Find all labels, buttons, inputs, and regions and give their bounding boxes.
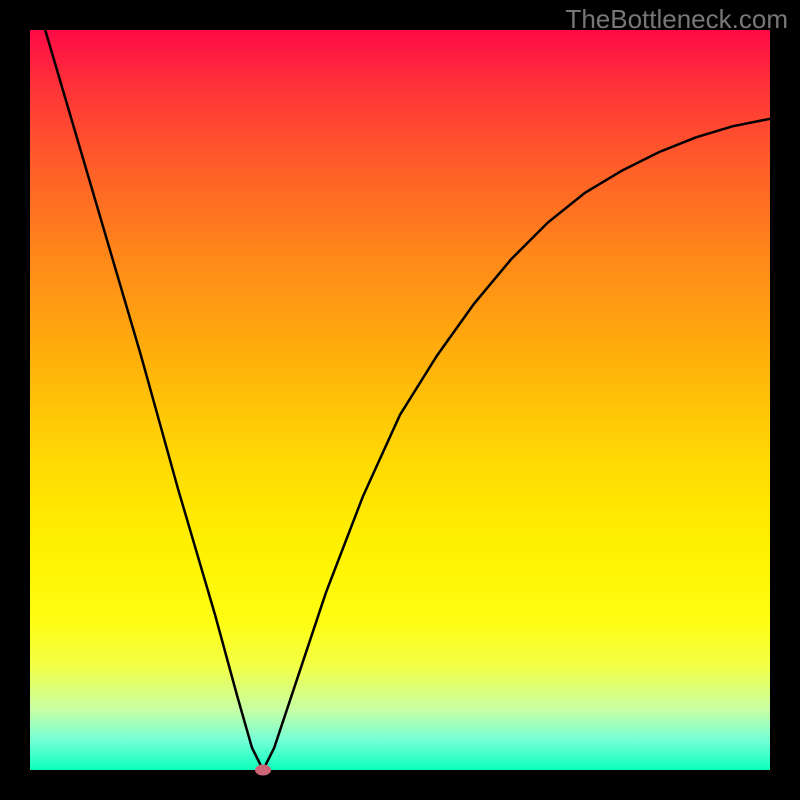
chart-plot-area (30, 30, 770, 770)
bottleneck-curve (30, 30, 770, 770)
optimum-marker (255, 765, 271, 776)
watermark-text: TheBottleneck.com (565, 4, 788, 35)
